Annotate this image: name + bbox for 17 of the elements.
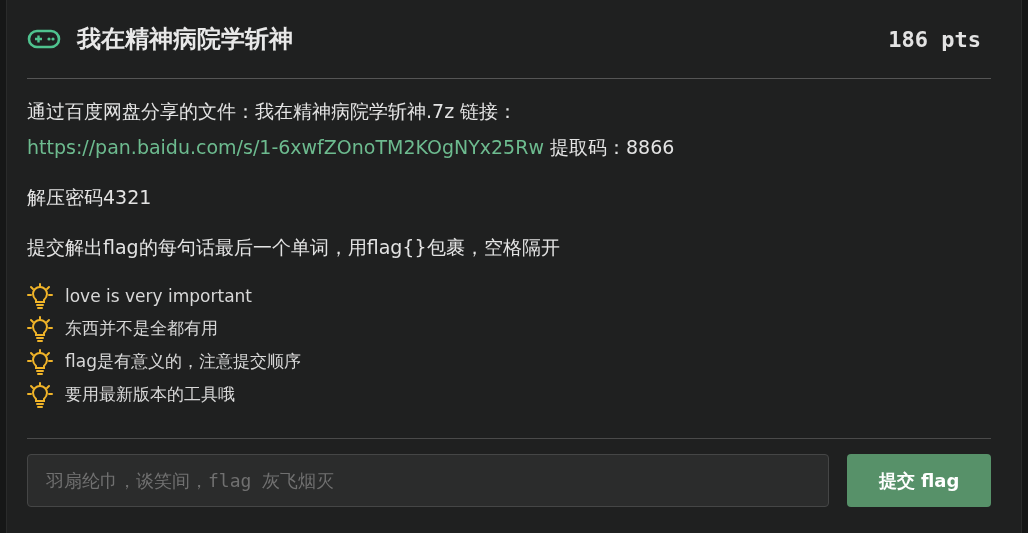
hint-text: love is very important <box>65 285 252 306</box>
submit-button[interactable]: 提交 flag <box>847 454 991 507</box>
hint-text: 要用最新版本的工具哦 <box>65 383 235 406</box>
gamepad-icon <box>27 29 61 49</box>
lightbulb-icon <box>27 315 53 342</box>
lightbulb-icon <box>27 282 53 309</box>
lightbulb-icon <box>27 348 53 375</box>
hint-text: flag是有意义的，注意提交顺序 <box>65 350 301 373</box>
points-label: 186 pts <box>888 26 981 52</box>
description-text: 解压密码4321 <box>27 185 153 210</box>
hint-text: 东西并不是全都有用 <box>65 317 218 340</box>
flag-input-field[interactable]: 羽扇纶巾，谈笑间，flag 灰飞烟灭 <box>27 454 829 507</box>
lightbulb-icon <box>27 381 53 408</box>
challenge-title: 我在精神病院学斩神 <box>77 24 293 55</box>
description-text: 通过百度网盘分享的文件：我在精神病院学斩神.7z 链接： https://pan.baidu.com/s/1-6xwfZOnoTM2KOgNYx25Rw 提取码：8866 <box>27 99 676 160</box>
download-link[interactable]: https://pan.baidu.com/s/1-6xwfZOnoTM2KOgNYx25Rw <box>27 136 544 158</box>
description-text: 提交解出flag的每句话最后一个单词，用flag{}包裹，空格隔开 <box>27 235 561 260</box>
